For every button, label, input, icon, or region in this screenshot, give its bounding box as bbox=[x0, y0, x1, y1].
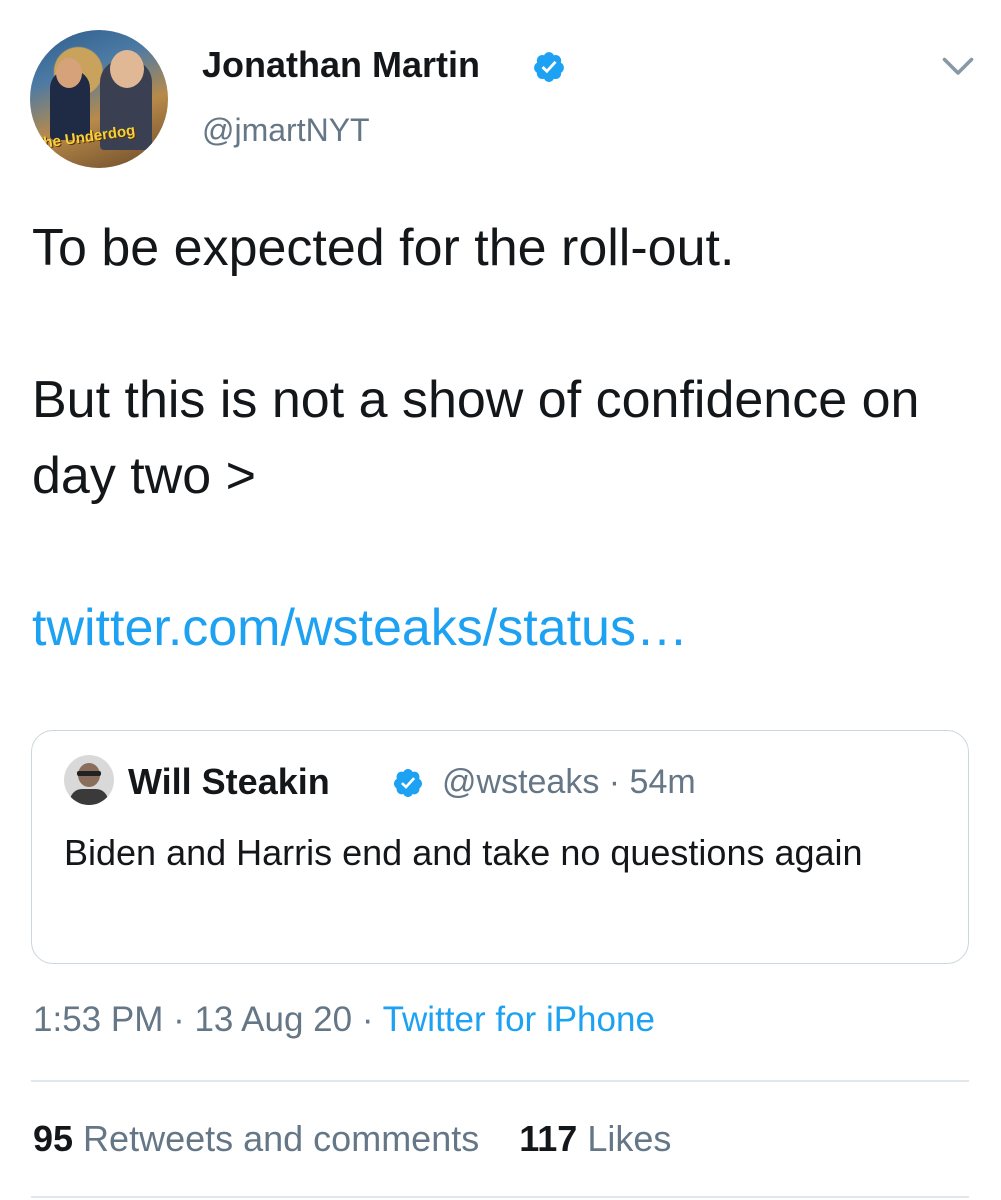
divider-bottom bbox=[31, 1196, 969, 1198]
quoted-author-avatar[interactable] bbox=[64, 755, 114, 805]
avatar-face-right bbox=[110, 50, 144, 88]
likes-stat[interactable]: 117 Likes bbox=[519, 1118, 671, 1159]
verified-badge-icon bbox=[534, 52, 564, 82]
retweets-stat[interactable]: 95 Retweets and comments bbox=[33, 1118, 479, 1159]
divider bbox=[31, 1080, 969, 1082]
author-avatar[interactable]: The Underdog bbox=[30, 30, 168, 168]
tweet-meta: 1:53 PM · 13 Aug 20 · Twitter for iPhone bbox=[33, 1000, 655, 1040]
likes-count: 117 bbox=[519, 1118, 578, 1159]
tweet-body: To be expected for the roll-out. But thi… bbox=[32, 210, 962, 666]
tweet-timestamp[interactable]: 1:53 PM · 13 Aug 20 · bbox=[33, 1000, 383, 1039]
quoted-author-name[interactable]: Will Steakin bbox=[128, 761, 330, 803]
author-name[interactable]: Jonathan Martin bbox=[202, 44, 480, 86]
tweet-link[interactable]: twitter.com/wsteaks/status… bbox=[32, 590, 962, 666]
quoted-handle-timestamp: @wsteaks · 54m bbox=[442, 763, 696, 801]
retweets-count: 95 bbox=[33, 1118, 74, 1159]
quoted-tweet-card[interactable]: Will Steakin @wsteaks · 54m Biden and Ha… bbox=[31, 730, 969, 964]
tweet-source-app[interactable]: Twitter for iPhone bbox=[383, 1000, 655, 1039]
tweet-line-1: To be expected for the roll-out. bbox=[32, 219, 735, 277]
quoted-avatar-body bbox=[70, 789, 108, 805]
verified-badge-icon bbox=[393, 769, 422, 797]
likes-label: Likes bbox=[577, 1118, 672, 1159]
chevron-down-icon[interactable] bbox=[940, 52, 976, 82]
quoted-avatar-glasses bbox=[77, 771, 101, 776]
author-handle[interactable]: @jmartNYT bbox=[202, 112, 370, 149]
quoted-tweet-text: Biden and Harris end and take no questio… bbox=[64, 832, 863, 873]
tweet-stats: 95 Retweets and comments 117 Likes bbox=[33, 1118, 671, 1160]
avatar-face-left bbox=[56, 58, 82, 88]
retweets-label: Retweets and comments bbox=[73, 1118, 480, 1159]
tweet-line-2: But this is not a show of confidence on … bbox=[32, 371, 920, 505]
